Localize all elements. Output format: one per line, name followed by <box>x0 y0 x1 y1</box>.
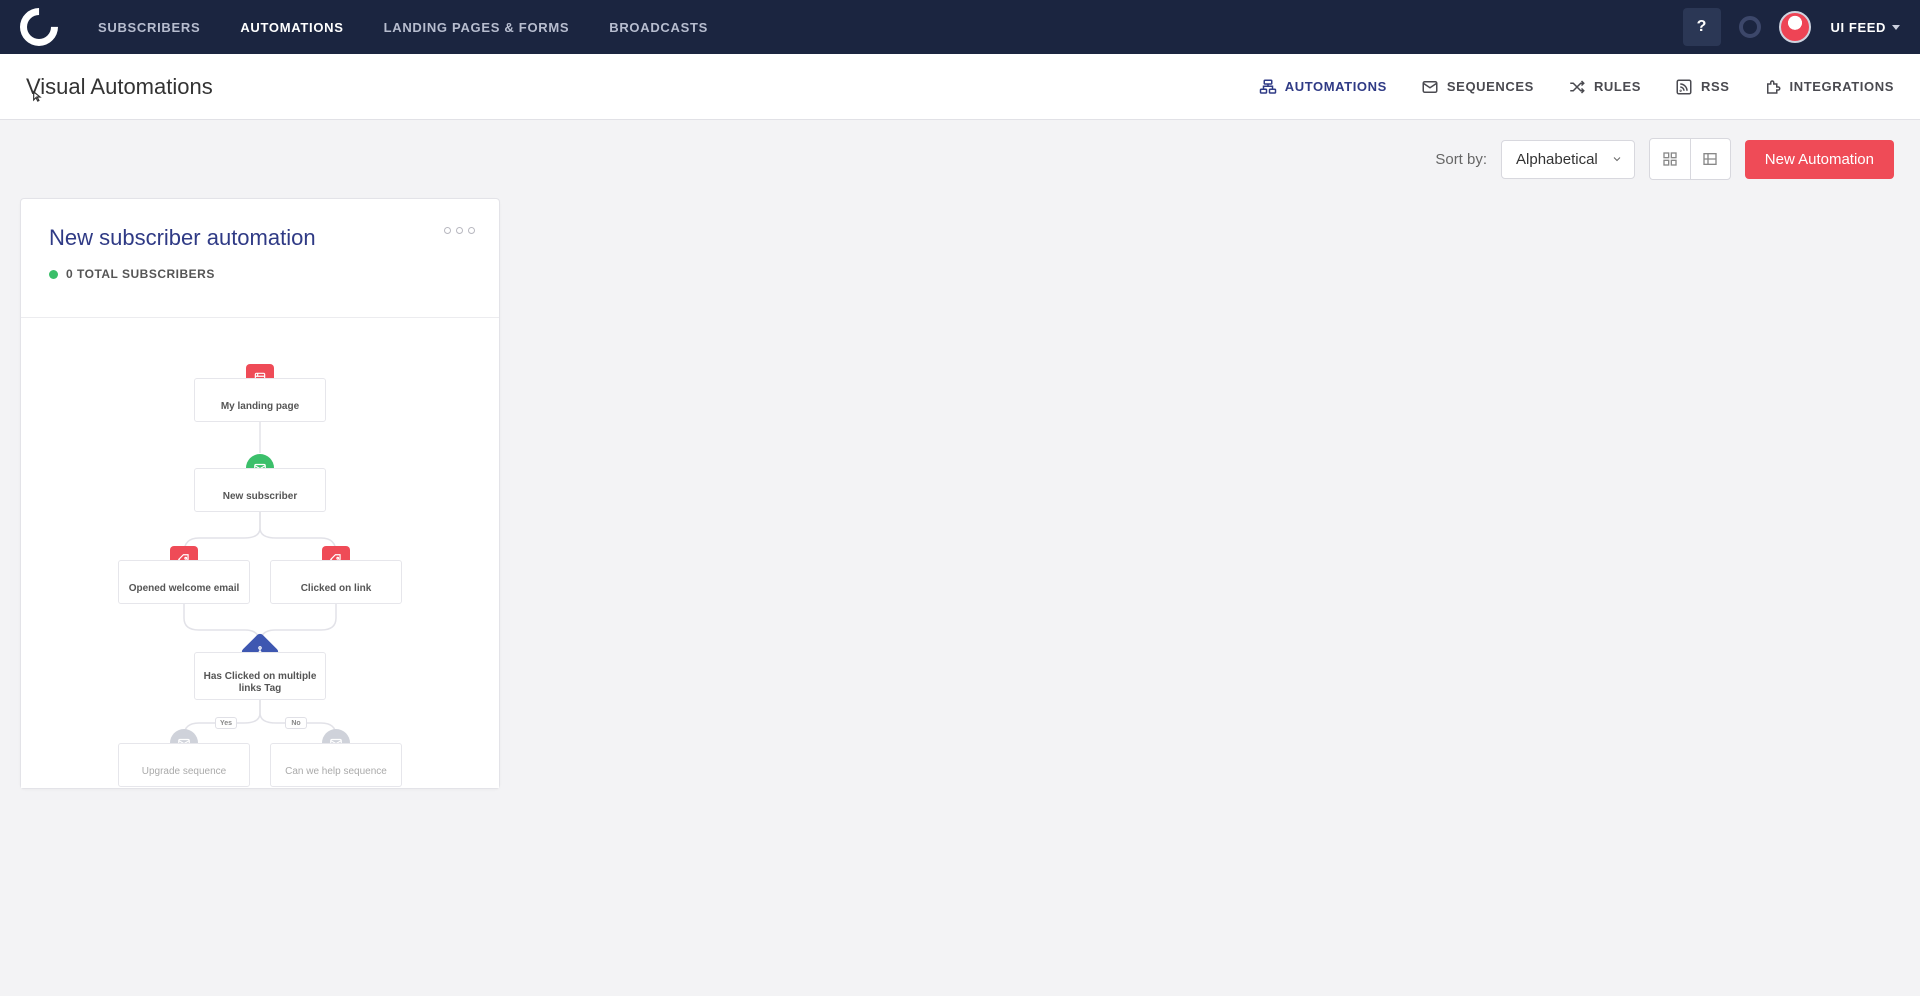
sub-header: Visual Automations AUTOMATIONS SEQUENCES… <box>0 54 1920 120</box>
user-name: UI FEED <box>1831 20 1886 35</box>
avatar[interactable] <box>1779 11 1811 43</box>
nav-landing-pages-forms[interactable]: LANDING PAGES & FORMS <box>384 20 570 35</box>
tab-label: AUTOMATIONS <box>1285 79 1387 94</box>
dot-icon <box>444 227 451 234</box>
tab-rules[interactable]: RULES <box>1568 78 1641 96</box>
tab-automations[interactable]: AUTOMATIONS <box>1259 78 1387 96</box>
node-landing-page[interactable]: My landing page <box>194 378 326 422</box>
puzzle-icon <box>1764 78 1782 96</box>
sort-label: Sort by: <box>1435 151 1487 168</box>
subscriber-count: 0 TOTAL SUBSCRIBERS <box>66 267 215 281</box>
card-title: New subscriber automation <box>49 225 471 251</box>
view-list-button[interactable] <box>1690 139 1730 179</box>
automation-card[interactable]: New subscriber automation 0 TOTAL SUBSCR… <box>20 198 500 789</box>
cursor-icon <box>29 90 43 104</box>
tab-label: SEQUENCES <box>1447 79 1534 94</box>
card-menu-button[interactable] <box>444 227 475 234</box>
nav-automations[interactable]: AUTOMATIONS <box>240 20 343 35</box>
user-menu[interactable]: UI FEED <box>1831 20 1900 35</box>
help-button[interactable]: ? <box>1683 8 1721 46</box>
node-help-sequence[interactable]: Can we help sequence <box>270 743 402 787</box>
page-title: Visual Automations <box>26 74 213 100</box>
brand-logo[interactable] <box>12 0 66 54</box>
chevron-down-icon <box>1892 25 1900 30</box>
tab-label: INTEGRATIONS <box>1790 79 1894 94</box>
node-condition[interactable]: Has Clicked on multiple links Tag <box>194 652 326 700</box>
nav-broadcasts[interactable]: BROADCASTS <box>609 20 708 35</box>
status-indicator-icon <box>1739 16 1761 38</box>
content-area: New subscriber automation 0 TOTAL SUBSCR… <box>0 198 1920 829</box>
no-badge: No <box>285 717 307 729</box>
node-upgrade-sequence[interactable]: Upgrade sequence <box>118 743 250 787</box>
grid-icon <box>1662 151 1678 167</box>
dot-icon <box>468 227 475 234</box>
node-tree-icon <box>1259 78 1277 96</box>
tab-sequences[interactable]: SEQUENCES <box>1421 78 1534 96</box>
sort-select[interactable]: Alphabetical <box>1501 140 1635 179</box>
top-nav: SUBSCRIBERS AUTOMATIONS LANDING PAGES & … <box>0 0 1920 54</box>
shuffle-icon <box>1568 78 1586 96</box>
nav-subscribers[interactable]: SUBSCRIBERS <box>98 20 200 35</box>
node-new-subscriber[interactable]: New subscriber <box>194 468 326 512</box>
status-dot-icon <box>49 270 58 279</box>
tab-label: RSS <box>1701 79 1730 94</box>
automation-diagram: My landing page New subscriber Opened we… <box>21 318 499 788</box>
yes-badge: Yes <box>215 717 237 729</box>
tab-label: RULES <box>1594 79 1641 94</box>
node-opened-email[interactable]: Opened welcome email <box>118 560 250 604</box>
node-clicked-link[interactable]: Clicked on link <box>270 560 402 604</box>
toolbar: Sort by: Alphabetical New Automation <box>0 120 1920 198</box>
dot-icon <box>456 227 463 234</box>
tab-rss[interactable]: RSS <box>1675 78 1730 96</box>
view-grid-button[interactable] <box>1650 139 1690 179</box>
tab-integrations[interactable]: INTEGRATIONS <box>1764 78 1894 96</box>
new-automation-button[interactable]: New Automation <box>1745 140 1894 179</box>
view-toggle <box>1649 138 1731 180</box>
mail-icon <box>1421 78 1439 96</box>
list-icon <box>1702 151 1718 167</box>
rss-icon <box>1675 78 1693 96</box>
